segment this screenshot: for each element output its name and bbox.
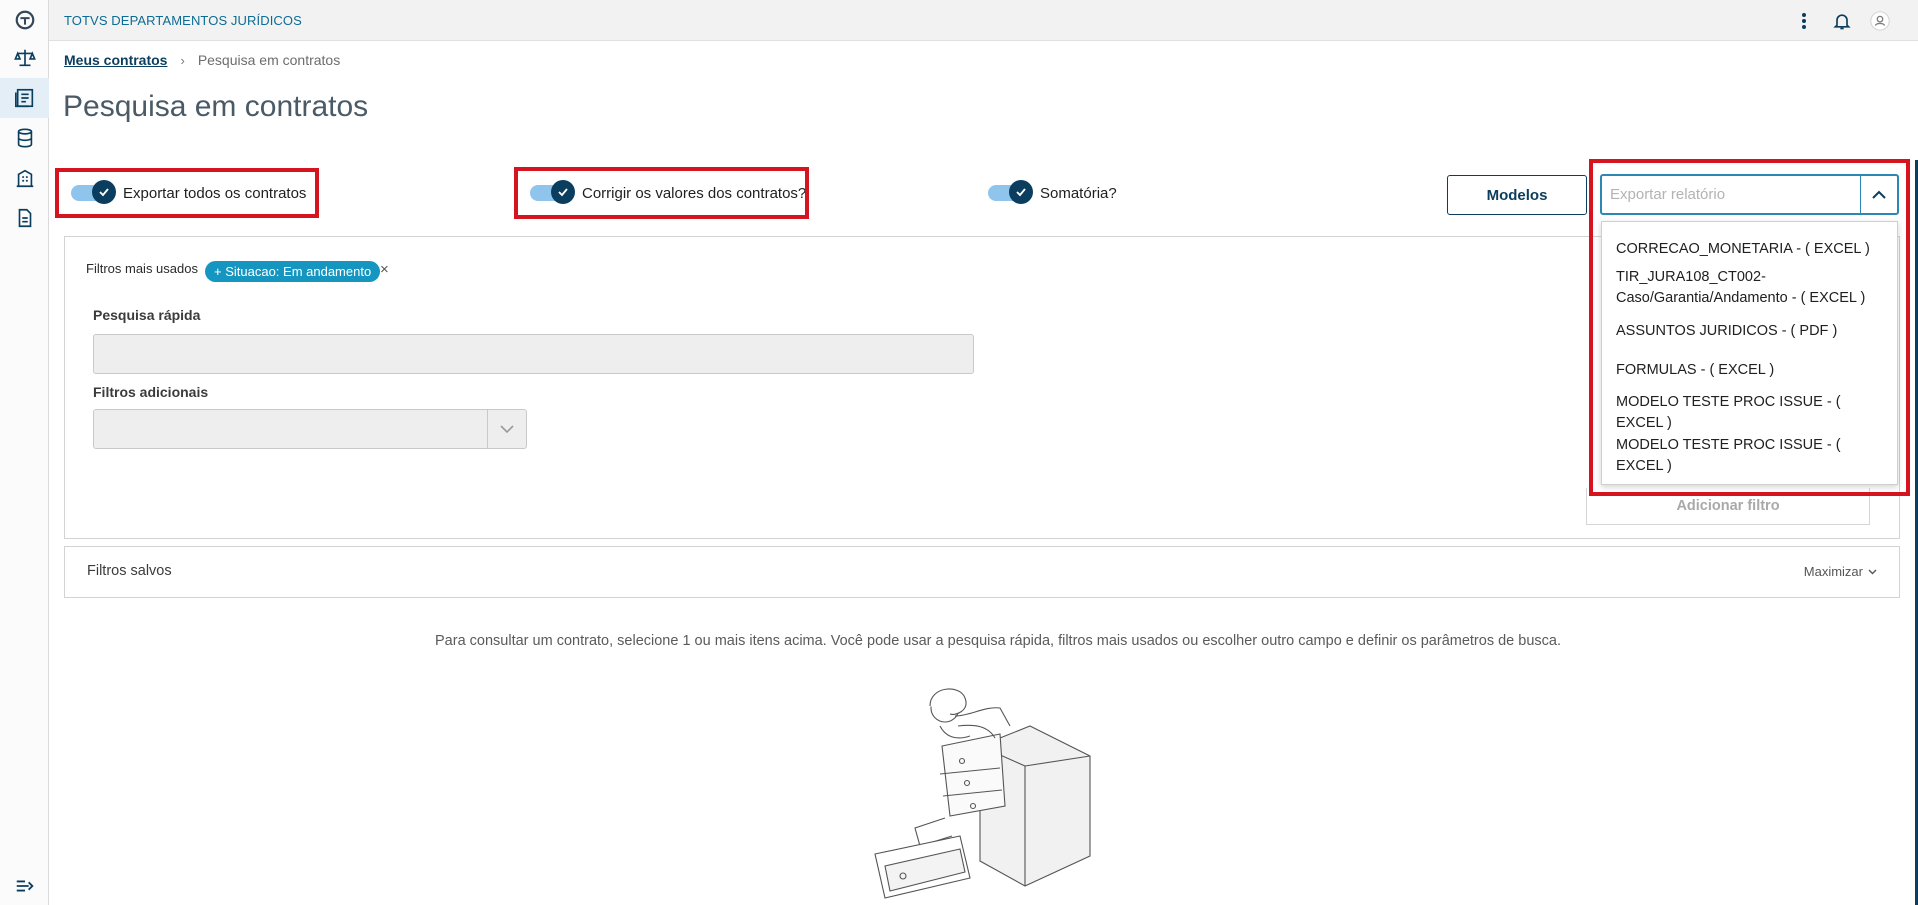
export-report-dropdown: CORRECAO_MONETARIA - ( EXCEL ) TIR_JURA1… <box>1601 221 1898 485</box>
empty-state-hint: Para consultar um contrato, selecione 1 … <box>435 633 1561 649</box>
dropdown-option[interactable]: FORMULAS - ( EXCEL ) <box>1616 360 1891 381</box>
bell-icon[interactable] <box>1829 8 1855 34</box>
sidebar <box>0 0 49 905</box>
add-filter-button[interactable]: Adicionar filtro <box>1586 488 1870 525</box>
collapse-menu-icon[interactable] <box>0 870 49 902</box>
breadcrumb-current: Pesquisa em contratos <box>197 52 341 68</box>
quick-search-input[interactable] <box>93 334 974 374</box>
building-icon[interactable] <box>0 158 49 198</box>
modelos-button[interactable]: Modelos <box>1447 175 1587 215</box>
more-vertical-icon[interactable] <box>1791 8 1817 34</box>
chevron-down-icon[interactable] <box>487 410 526 448</box>
dropdown-option[interactable]: MODELO TESTE PROC ISSUE - ( EXCEL ) <box>1616 435 1891 477</box>
chevron-down-icon <box>1868 569 1877 574</box>
dropdown-option[interactable]: CORRECAO_MONETARIA - ( EXCEL ) <box>1616 239 1891 260</box>
toggle-sum[interactable]: Somatória? <box>988 180 1117 206</box>
toggle-switch[interactable] <box>71 180 116 204</box>
app-title: TOTVS DEPARTAMENTOS JURÍDICOS <box>64 13 302 28</box>
saved-filters-panel: Filtros salvos Maximizar <box>64 546 1900 598</box>
maximize-label: Maximizar <box>1803 564 1863 579</box>
breadcrumb-link-meus-contratos[interactable]: Meus contratos <box>64 52 167 68</box>
toggle-switch[interactable] <box>530 180 575 204</box>
user-avatar-icon[interactable] <box>1867 8 1893 34</box>
toggle-label: Corrigir os valores dos contratos? <box>582 184 807 202</box>
filing-cabinet-illustration <box>874 688 1091 899</box>
toggle-export-all[interactable]: Exportar todos os contratos <box>71 180 306 206</box>
most-used-filters-label: Filtros mais usados <box>86 261 198 276</box>
maximize-button[interactable]: Maximizar <box>1804 564 1877 579</box>
additional-filters-label: Filtros adicionais <box>93 384 209 400</box>
dropdown-option[interactable]: ASSUNTOS JURIDICOS - ( PDF ) <box>1616 321 1891 342</box>
app-logo-icon[interactable] <box>0 0 49 40</box>
chevron-up-icon[interactable] <box>1860 176 1897 213</box>
database-icon[interactable] <box>0 118 49 158</box>
breadcrumb: Meus contratos › Pesquisa em contratos <box>64 52 340 68</box>
document-icon[interactable] <box>0 198 49 238</box>
toggle-switch[interactable] <box>988 180 1033 204</box>
export-report-combo[interactable] <box>1600 174 1899 215</box>
quick-search-label: Pesquisa rápida <box>93 307 201 323</box>
toggle-fix-values[interactable]: Corrigir os valores dos contratos? <box>530 180 806 206</box>
contracts-icon[interactable] <box>0 78 49 118</box>
dropdown-option[interactable]: MODELO TESTE PROC ISSUE - ( EXCEL ) <box>1616 392 1891 434</box>
scale-icon[interactable] <box>0 38 49 78</box>
chevron-right-icon: › <box>180 52 185 68</box>
close-icon[interactable]: × <box>380 261 389 278</box>
check-icon <box>1009 180 1033 204</box>
check-icon <box>551 180 575 204</box>
page-title: Pesquisa em contratos <box>63 90 369 123</box>
toggle-label: Exportar todos os contratos <box>123 184 307 202</box>
topbar: TOTVS DEPARTAMENTOS JURÍDICOS <box>49 0 1918 41</box>
saved-filters-title: Filtros salvos <box>87 563 172 579</box>
check-icon <box>92 180 116 204</box>
toggle-label: Somatória? <box>1040 184 1117 202</box>
export-report-input[interactable] <box>1602 176 1860 213</box>
additional-filters-select[interactable] <box>93 409 527 449</box>
filter-chip-situacao[interactable]: + Situacao: Em andamento <box>205 261 381 282</box>
dropdown-option[interactable]: TIR_JURA108_CT002-Caso/Garantia/Andament… <box>1616 267 1891 309</box>
